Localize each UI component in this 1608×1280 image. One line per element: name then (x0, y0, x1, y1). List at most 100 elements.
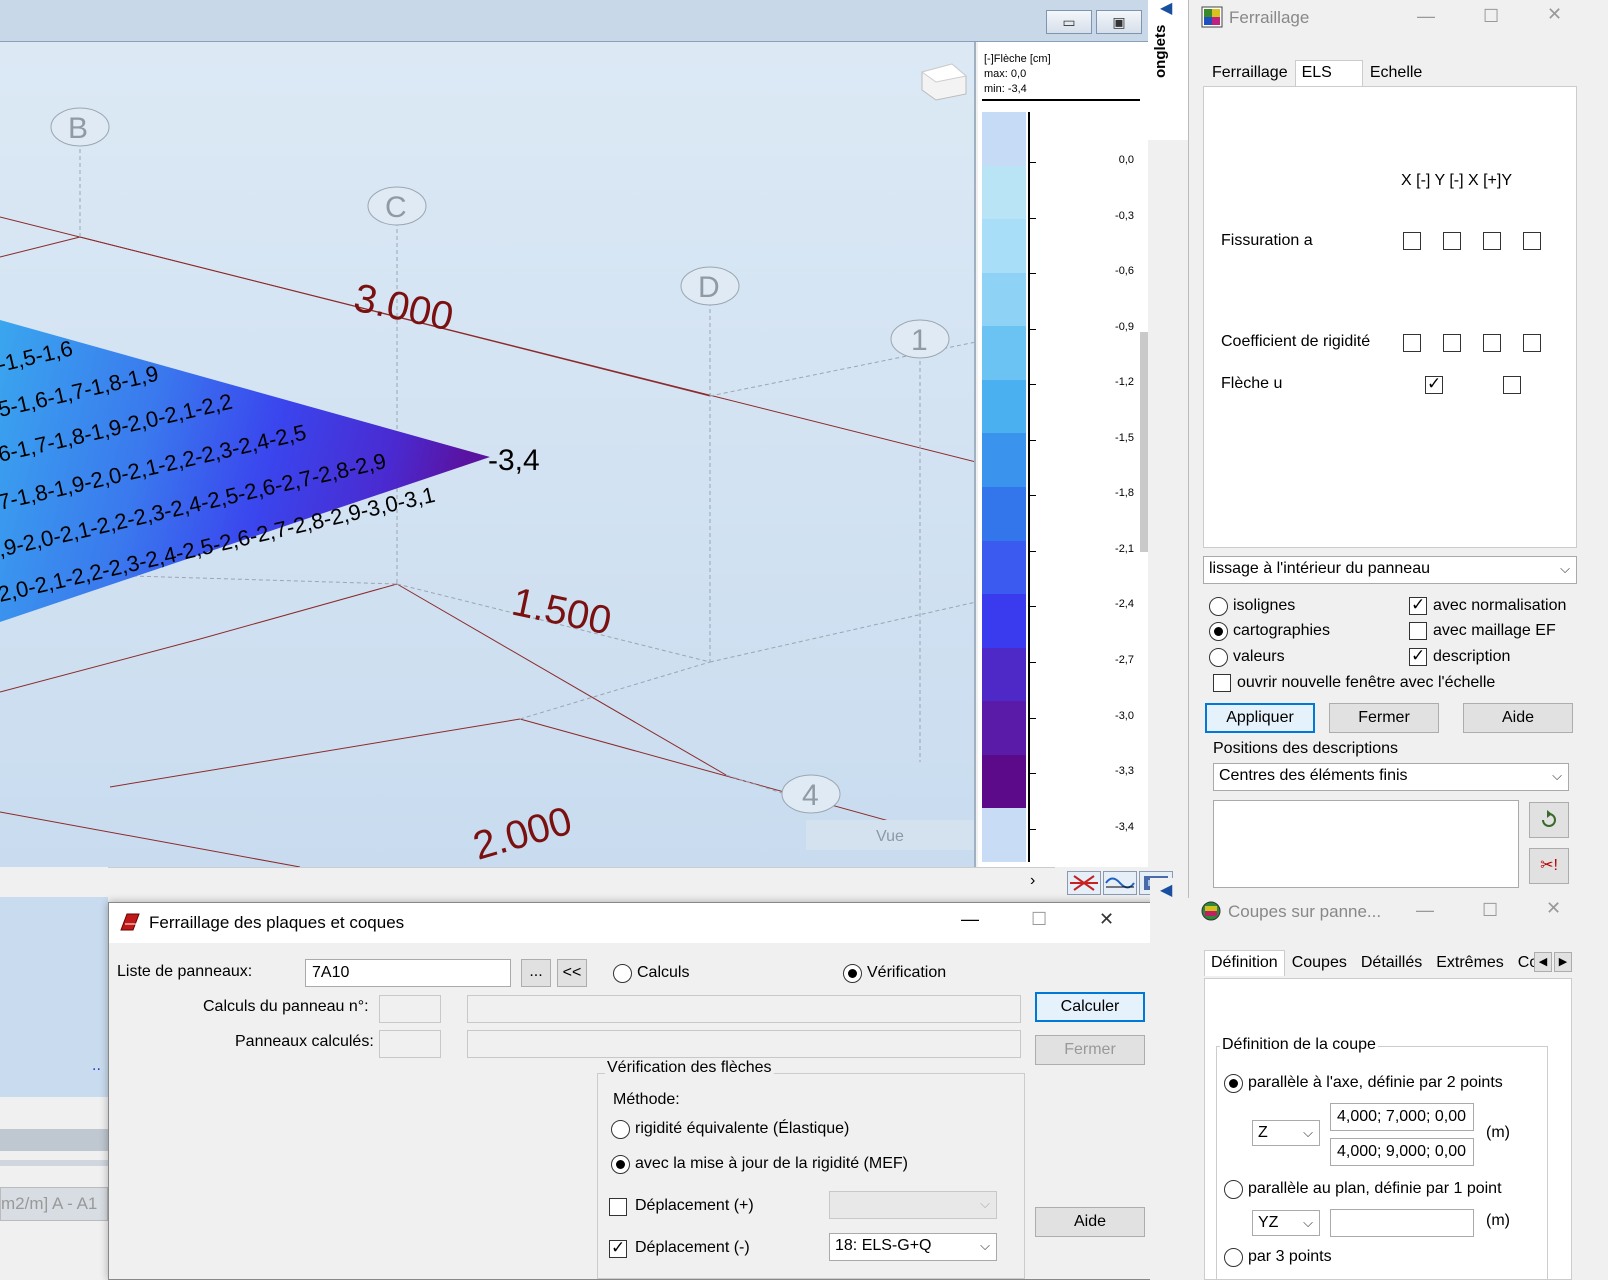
tab-scroll-left-icon[interactable]: ◀ (1534, 952, 1552, 972)
model-viewport[interactable]: -1,5-1,6 5-1,6-1,7-1,8-1,9 6-1,7-1,8-1,9… (0, 42, 976, 867)
legend-min: min: -3,4 (984, 83, 1027, 95)
close-icon[interactable]: ✕ (1546, 898, 1561, 919)
close-icon[interactable]: ✕ (1099, 909, 1114, 930)
tab-definition[interactable]: Définition (1204, 950, 1285, 976)
legend-tick-mark (1028, 439, 1036, 441)
rigidite-x-plus-checkbox[interactable] (1483, 334, 1501, 352)
disp-plus-checkbox[interactable] (609, 1198, 627, 1216)
tab-detailles[interactable]: Détaillés (1354, 950, 1429, 976)
tab-coupes[interactable]: Coupes (1285, 950, 1354, 976)
minimize-icon[interactable]: — (1417, 6, 1435, 27)
wave-view-icon[interactable] (1103, 871, 1137, 895)
maximize-icon[interactable]: ☐ (1483, 6, 1499, 27)
normalisation-checkbox[interactable] (1409, 595, 1427, 615)
dialog-aide-button[interactable]: Aide (1035, 1207, 1145, 1237)
fissuration-x-minus-checkbox[interactable] (1403, 232, 1421, 250)
maillage-label: avec maillage EF (1433, 622, 1556, 639)
status-text: m2/m] A - A1 (1, 1194, 98, 1213)
chevron-down-icon: ⌵ (980, 1196, 990, 1211)
legend-scrollbar[interactable] (1140, 332, 1148, 552)
maillage-checkbox[interactable] (1409, 622, 1427, 640)
tab-echelle[interactable]: Echelle (1363, 60, 1429, 86)
open-window-label: ouvrir nouvelle fenêtre avec l'échelle (1237, 674, 1496, 691)
elastic-label: rigidité équivalente (Élastique) (635, 1120, 850, 1137)
onglets-strip[interactable]: ◀ onglets (1148, 0, 1188, 140)
three-points-radio[interactable] (1224, 1248, 1243, 1267)
aide-button[interactable]: Aide (1463, 703, 1573, 733)
verification-radio[interactable] (843, 964, 862, 983)
disp-plus-label: Déplacement (+) (635, 1197, 754, 1214)
tab-extremes[interactable]: Extrêmes (1429, 950, 1511, 976)
collapse-arrow-icon[interactable]: ◀ (1160, 880, 1172, 900)
positions-list[interactable] (1213, 800, 1519, 888)
mef-radio[interactable] (611, 1155, 630, 1174)
plate-reinforcement-icon (119, 912, 141, 932)
legend-swatch (982, 594, 1026, 649)
description-label: description (1433, 648, 1511, 665)
close-icon[interactable]: ✕ (1547, 4, 1562, 25)
browse-button[interactable]: ... (521, 959, 551, 987)
dimension-1500: 1.500 (508, 580, 615, 644)
minimize-icon[interactable]: — (961, 909, 979, 930)
maximize-icon[interactable]: ☐ (1482, 900, 1498, 921)
axis-2points-radio[interactable] (1224, 1074, 1243, 1093)
fissuration-x-plus-checkbox[interactable] (1483, 232, 1501, 250)
scissors-icon[interactable]: ✂! (1529, 848, 1569, 884)
panel-list-input[interactable]: 7A10 (305, 959, 511, 987)
plane-select-value: YZ (1258, 1214, 1279, 1231)
fermer-button[interactable]: Fermer (1329, 703, 1439, 733)
plane-point-input[interactable] (1330, 1209, 1474, 1237)
axis-select[interactable]: Z ⌵ (1252, 1120, 1320, 1146)
fissuration-y-minus-checkbox[interactable] (1443, 232, 1461, 250)
fissuration-y-plus-checkbox[interactable] (1523, 232, 1541, 250)
refresh-icon[interactable] (1529, 802, 1569, 838)
back-button[interactable]: << (557, 959, 587, 987)
dialog-fermer-button[interactable]: Fermer (1035, 1035, 1145, 1065)
maximize-icon[interactable]: ☐ (1031, 909, 1047, 930)
methode-label: Méthode: (613, 1091, 680, 1108)
disp-plus-select[interactable]: ⌵ (829, 1191, 997, 1219)
legend-tick-label: -2,1 (1115, 542, 1134, 555)
minimize-icon[interactable]: — (1416, 900, 1434, 921)
tab-els[interactable]: ELS (1294, 60, 1363, 86)
rigidite-y-minus-checkbox[interactable] (1443, 334, 1461, 352)
elastic-radio[interactable] (611, 1120, 630, 1139)
plane-1point-radio[interactable] (1224, 1180, 1243, 1199)
positions-select-value: Centres des éléments finis (1219, 767, 1408, 784)
description-checkbox[interactable] (1409, 646, 1427, 666)
open-window-checkbox[interactable] (1213, 674, 1231, 692)
fleche-minus-checkbox[interactable] (1425, 374, 1443, 394)
tab-scroll-right-icon[interactable]: ▶ (1554, 952, 1572, 972)
cartographies-radio[interactable] (1209, 622, 1228, 641)
restore-button[interactable]: ▣ (1096, 10, 1142, 34)
smoothing-select[interactable]: lissage à l'intérieur du panneau ⌵ (1203, 556, 1577, 584)
legend-panel: [-]Flèche [cm] max: 0,0 min: -3,4 0,0 -0,… (978, 42, 1148, 867)
onglets-label: onglets (1152, 24, 1169, 78)
calculs-radio[interactable] (613, 964, 632, 983)
point2-input[interactable]: 4,000; 9,000; 0,00 (1330, 1138, 1474, 1166)
deformation-view-icon[interactable] (1067, 871, 1101, 895)
chevron-down-icon: ⌵ (1303, 1215, 1313, 1230)
disp-minus-checkbox[interactable] (609, 1238, 627, 1258)
viewport-scrollbar[interactable]: › (0, 867, 1055, 897)
valeurs-radio[interactable] (1209, 648, 1228, 667)
tab-ferraillage[interactable]: Ferraillage (1205, 60, 1295, 86)
legend-swatch (982, 112, 1026, 167)
chevron-right-icon[interactable]: › (1030, 872, 1035, 890)
coupes-app-icon (1200, 900, 1222, 922)
point1-input[interactable]: 4,000; 7,000; 0,00 (1330, 1103, 1474, 1131)
isolignes-radio[interactable] (1209, 597, 1228, 616)
coupes-collapse-strip[interactable]: ◀ (1150, 878, 1188, 1280)
legend-header: [-]Flèche [cm] max: 0,0 min: -3,4 (984, 52, 1051, 97)
collapse-arrow-icon[interactable]: ◀ (1160, 0, 1172, 18)
right-scrollbar[interactable] (1180, 140, 1188, 867)
positions-select[interactable]: Centres des éléments finis ⌵ (1213, 763, 1569, 791)
fleche-plus-checkbox[interactable] (1503, 376, 1521, 394)
minimize-button[interactable]: ▭ (1046, 10, 1092, 34)
calculer-button[interactable]: Calculer (1035, 992, 1145, 1022)
disp-minus-select[interactable]: 18: ELS-G+Q ⌵ (829, 1233, 997, 1261)
plane-select[interactable]: YZ ⌵ (1252, 1210, 1320, 1236)
appliquer-button[interactable]: Appliquer (1205, 703, 1315, 733)
rigidite-y-plus-checkbox[interactable] (1523, 334, 1541, 352)
rigidite-x-minus-checkbox[interactable] (1403, 334, 1421, 352)
